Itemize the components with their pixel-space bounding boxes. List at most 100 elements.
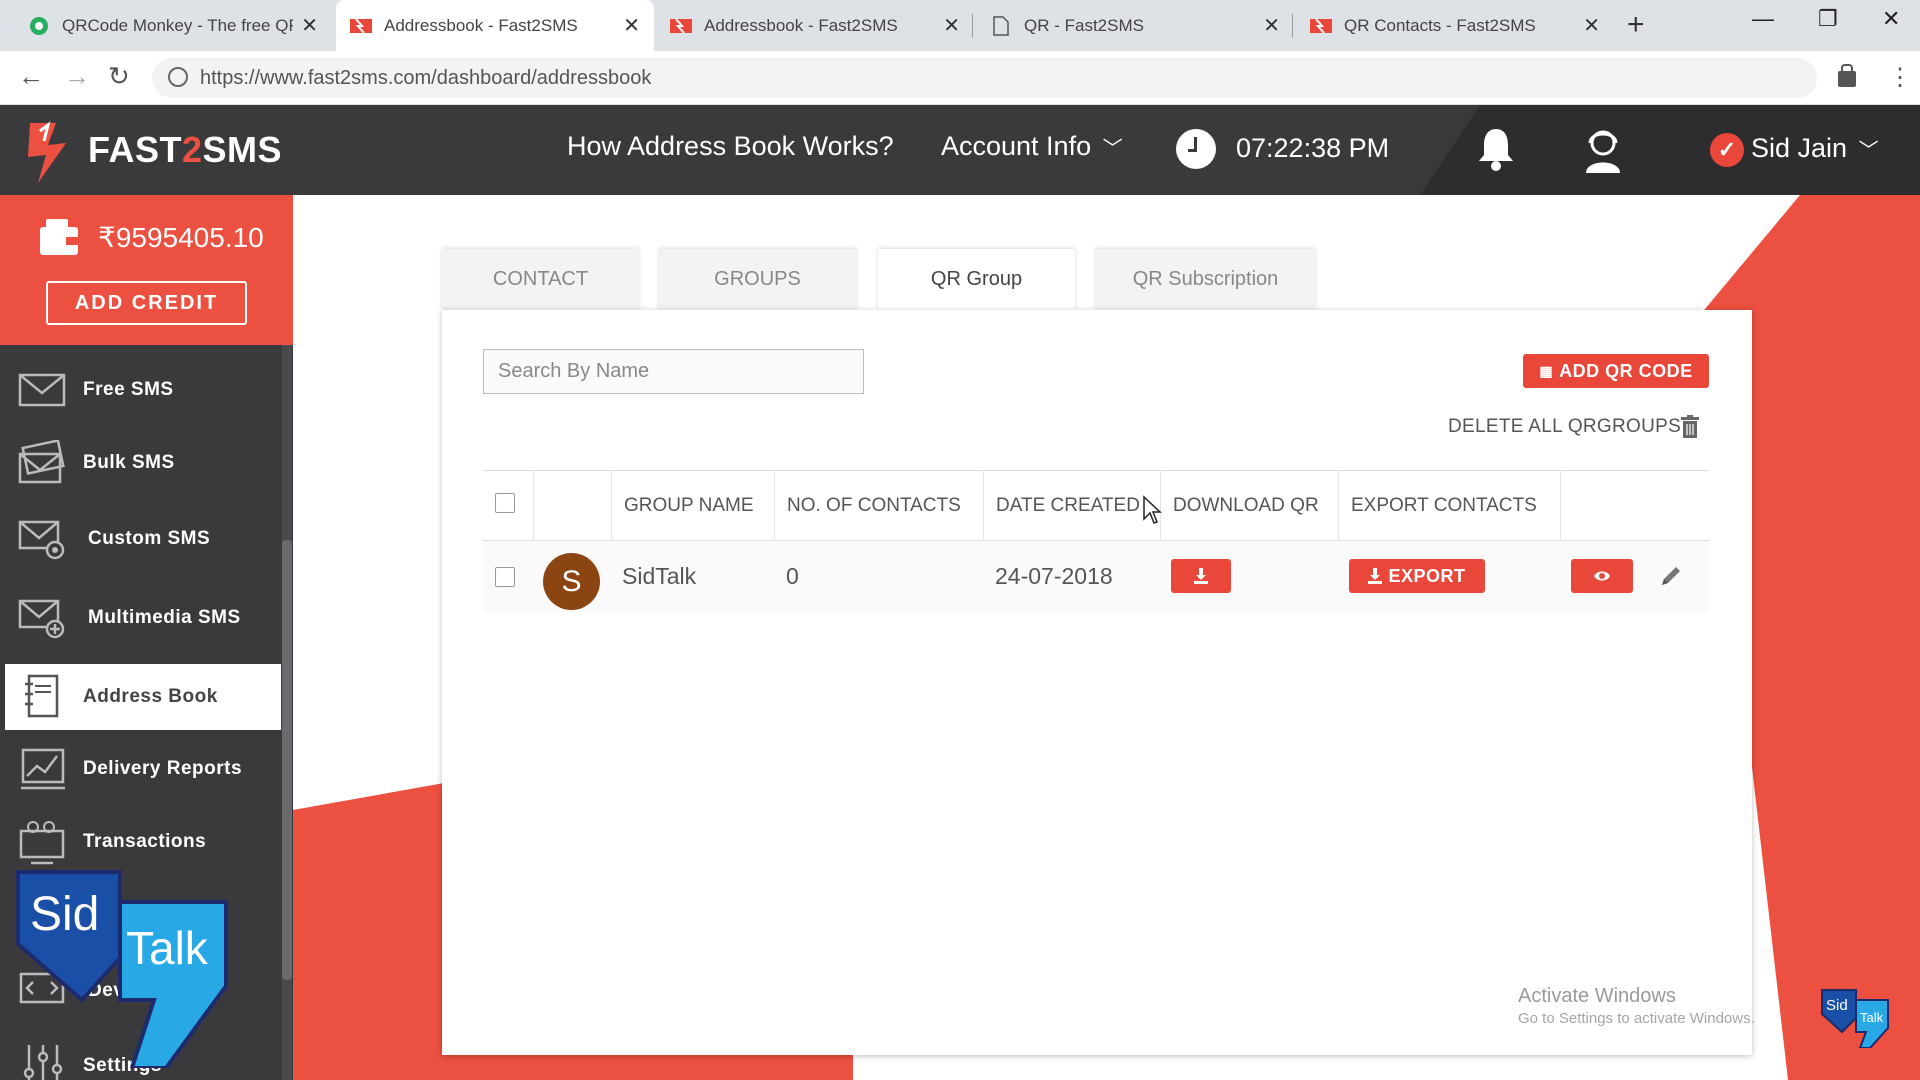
wallet-box: ₹9595405.10 ADD CREDIT: [0, 195, 293, 345]
tab-qr-group[interactable]: QR Group: [878, 249, 1075, 310]
sidtalk-logo-talk-text: Talk: [126, 922, 209, 974]
qr-code-icon: ▦: [1539, 362, 1554, 379]
download-icon: [1368, 568, 1383, 584]
search-by-name-input[interactable]: [483, 349, 864, 394]
tab-title: Addressbook - Fast2SMS: [704, 15, 898, 35]
envelope-icon: [18, 373, 66, 407]
tab-close-icon[interactable]: ✕: [623, 13, 640, 38]
account-info-menu[interactable]: Account Info ﹀: [941, 131, 1123, 162]
current-time: 07:22:38 PM: [1236, 133, 1390, 163]
browser-tab-qrcode-monkey[interactable]: QRCode Monkey - The free QR ✕: [14, 0, 332, 51]
back-arrow-icon[interactable]: ←: [18, 61, 44, 92]
wallet-icon: [40, 219, 78, 255]
chevron-down-icon: ﹀: [1102, 138, 1123, 160]
sidtalk-logo-sid-text: Sid: [30, 888, 99, 941]
forward-arrow-icon[interactable]: →: [64, 61, 90, 92]
add-qr-code-button[interactable]: ▦ ADD QR CODE: [1523, 354, 1709, 388]
sidebar-item-label: Delivery Reports: [83, 758, 243, 779]
qr-groups-table: GROUP NAME NO. OF CONTACTS DATE CREATED …: [483, 470, 1709, 612]
export-contacts-button[interactable]: EXPORT: [1349, 559, 1485, 593]
activate-windows-hint: Go to Settings to activate Windows.: [1518, 1010, 1755, 1027]
user-menu[interactable]: Sid Jain ﹀: [1751, 133, 1879, 164]
add-credit-button[interactable]: ADD CREDIT: [46, 281, 247, 325]
extension-icon[interactable]: [1836, 63, 1858, 96]
tab-close-icon[interactable]: ✕: [943, 13, 960, 38]
mouse-cursor-icon: [1143, 495, 1162, 524]
support-agent-icon[interactable]: [1580, 125, 1626, 173]
browser-tab-bar: QRCode Monkey - The free QR ✕ Addressboo…: [0, 0, 1920, 51]
site-info-icon[interactable]: [168, 67, 188, 87]
window-close-icon[interactable]: ✕: [1882, 6, 1900, 32]
sidebar-item-bulk-sms[interactable]: Bulk SMS: [5, 430, 281, 496]
how-address-book-works-link[interactable]: How Address Book Works?: [567, 131, 894, 162]
avatar: S: [543, 553, 600, 610]
browser-tab-qr-contacts[interactable]: QR Contacts - Fast2SMS ✕: [1296, 0, 1614, 51]
tab-close-icon[interactable]: ✕: [1583, 13, 1600, 38]
clock-icon: [1176, 129, 1216, 169]
browser-menu-icon[interactable]: ⋮: [1888, 63, 1912, 92]
table-header-avatar: [533, 471, 595, 541]
page-favicon-icon: [990, 15, 1012, 37]
table-header-export-contacts: EXPORT CONTACTS: [1338, 471, 1560, 541]
contacts-count-cell: 0: [786, 563, 799, 589]
sidebar-item-free-sms[interactable]: Free SMS: [5, 357, 281, 423]
qrcode-monkey-favicon-icon: [28, 15, 50, 37]
delete-all-qrgroups-link[interactable]: DELETE ALL QRGROUPS: [1448, 416, 1681, 438]
window-restore-icon[interactable]: ❐: [1818, 6, 1838, 32]
select-all-checkbox[interactable]: [495, 493, 515, 513]
browser-tab-addressbook[interactable]: Addressbook - Fast2SMS ✕: [656, 0, 974, 51]
table-header-date-created[interactable]: DATE CREATED: [983, 471, 1160, 541]
edit-pencil-icon[interactable]: [1658, 563, 1684, 589]
fast2sms-favicon-icon: [670, 15, 692, 37]
sidebar-item-multimedia-sms[interactable]: Multimedia SMS: [5, 585, 281, 651]
tab-title: Addressbook - Fast2SMS: [384, 15, 578, 35]
tab-close-icon[interactable]: ✕: [301, 13, 318, 38]
sidebar-item-transactions[interactable]: Transactions: [5, 809, 281, 875]
tab-separator: [1292, 14, 1293, 38]
sidtalk-mini-logo: Sid Talk: [1821, 989, 1889, 1048]
tab-title: QRCode Monkey - The free QR: [62, 15, 294, 35]
reload-icon[interactable]: ↻: [108, 61, 130, 92]
download-qr-button[interactable]: [1171, 559, 1231, 593]
download-icon: [1194, 568, 1208, 584]
tab-title: QR - Fast2SMS: [1024, 15, 1144, 35]
date-created-cell: 24-07-2018: [995, 563, 1113, 589]
account-info-label: Account Info: [941, 131, 1092, 161]
sidebar-scrollbar-thumb[interactable]: [282, 540, 292, 980]
row-checkbox[interactable]: [495, 567, 515, 587]
trash-icon[interactable]: [1680, 415, 1700, 439]
sidebar-item-custom-sms[interactable]: Custom SMS: [5, 506, 281, 572]
export-label: EXPORT: [1388, 565, 1466, 586]
sidebar-scrollbar[interactable]: [282, 345, 292, 1080]
envelope-plus-icon: [18, 599, 65, 639]
sidebar-item-label: Custom SMS: [88, 528, 211, 549]
url-field[interactable]: https://www.fast2sms.com/dashboard/addre…: [152, 58, 1817, 98]
tab-close-icon[interactable]: ✕: [1263, 13, 1280, 38]
mini-logo-sid-text: Sid: [1826, 997, 1848, 1014]
sidebar-item-address-book[interactable]: Address Book: [5, 664, 281, 730]
table-header-download-qr: DOWNLOAD QR: [1160, 471, 1338, 541]
sidtalk-overlay-logo: Sid Talk: [16, 870, 228, 1068]
bell-icon[interactable]: [1475, 125, 1517, 171]
table-header-actions: [1560, 471, 1709, 541]
table-header-no-of-contacts[interactable]: NO. OF CONTACTS: [774, 471, 983, 541]
table-header-group-name[interactable]: GROUP NAME: [611, 471, 774, 541]
verified-check-icon: ✓: [1710, 133, 1744, 167]
sidebar-item-label: Multimedia SMS: [88, 607, 241, 628]
new-tab-plus-icon[interactable]: +: [1627, 8, 1645, 42]
tab-title: QR Contacts - Fast2SMS: [1344, 15, 1536, 35]
fast2sms-favicon-icon: [1310, 15, 1332, 37]
tab-qr-subscription[interactable]: QR Subscription: [1096, 249, 1315, 310]
window-minimize-icon[interactable]: —: [1752, 6, 1774, 32]
tab-contact[interactable]: CONTACT: [442, 249, 639, 310]
sidebar-item-delivery-reports[interactable]: Delivery Reports: [5, 736, 281, 802]
wallet-balance: ₹9595405.10: [98, 222, 264, 253]
tab-groups[interactable]: GROUPS: [659, 249, 856, 310]
view-group-button[interactable]: [1571, 559, 1633, 593]
fast2sms-logo[interactable]: FAST2SMS: [26, 117, 282, 183]
browser-tab-addressbook-active[interactable]: Addressbook - Fast2SMS ✕: [336, 0, 654, 51]
browser-tab-qr[interactable]: QR - Fast2SMS ✕: [976, 0, 1294, 51]
sidebar-item-label: Address Book: [83, 686, 218, 707]
group-name-cell: SidTalk: [622, 563, 697, 589]
envelopes-icon: [18, 440, 65, 484]
